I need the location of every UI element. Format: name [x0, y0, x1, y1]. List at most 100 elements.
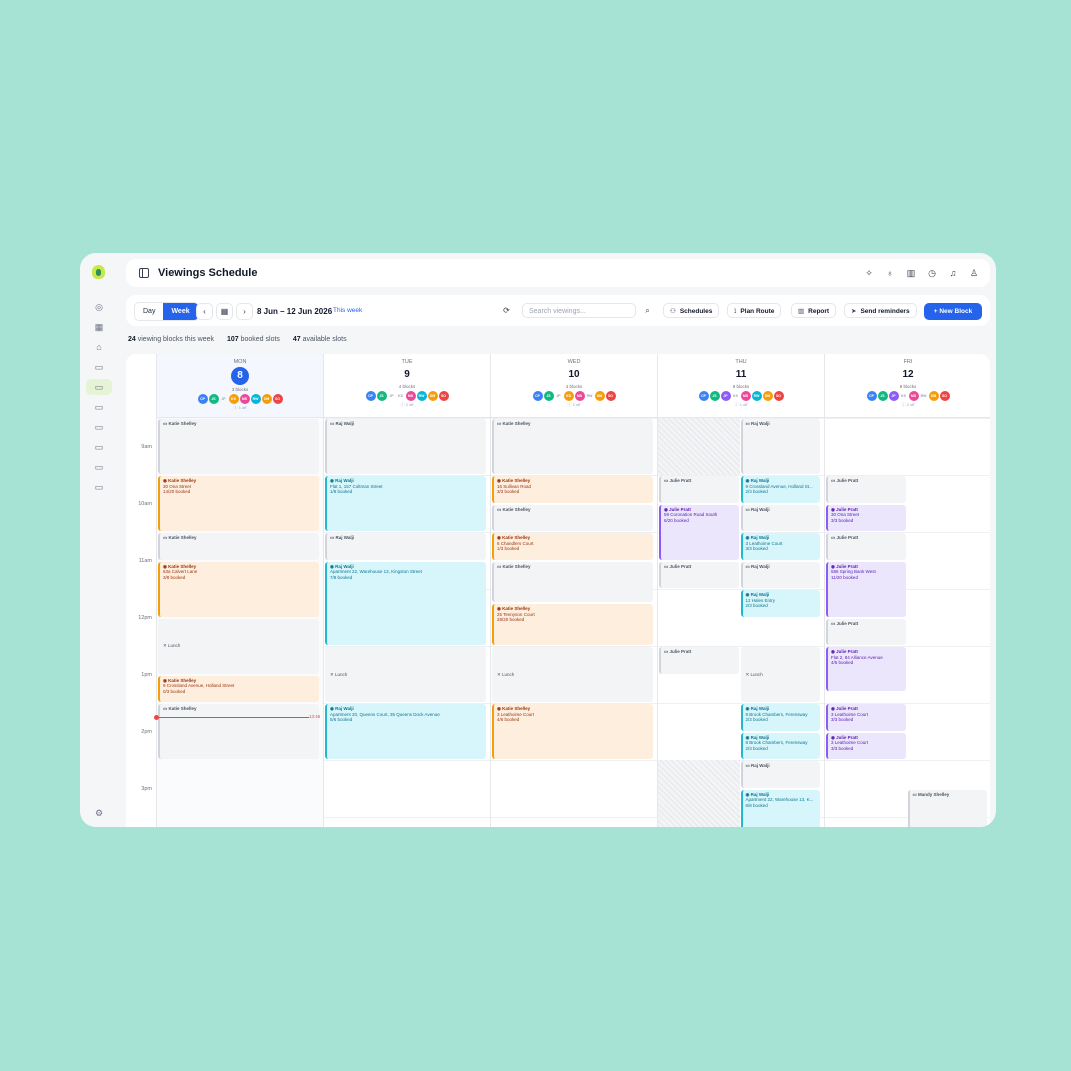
- folder-icon[interactable]: ▭: [92, 440, 106, 454]
- avatar[interactable]: KS: [732, 391, 740, 401]
- avatar[interactable]: DM: [261, 394, 272, 404]
- viewing-block[interactable]: ◉ Raj Walji 8 Brook Chambers, Ferensway 2/…: [740, 732, 820, 759]
- viewing-block[interactable]: ◉ Raj Walji Apartment 20, Queens Court, 3…: [325, 704, 486, 759]
- viewing-block[interactable]: ◉ Julie Pratt Flat 2, 84 Alliance Avenue 4…: [826, 647, 906, 691]
- viewing-block[interactable]: ▭ Katie Shelley: [492, 504, 653, 531]
- viewing-block[interactable]: ◉ Katie Shelley 30 Ona Street 14/20 booked: [158, 476, 319, 531]
- avatar[interactable]: JP: [555, 391, 563, 401]
- viewing-block[interactable]: ▭ Raj Walji: [325, 533, 486, 560]
- dashboard-icon[interactable]: ◎: [92, 300, 106, 314]
- date-picker-button[interactable]: ▦: [216, 303, 233, 320]
- avatar[interactable]: DM: [928, 391, 939, 401]
- report-button[interactable]: ▥ Report: [791, 303, 837, 318]
- avatar[interactable]: MS: [740, 391, 751, 401]
- avatar[interactable]: DM: [427, 391, 438, 401]
- viewing-block[interactable]: ◉ Katie Shelley 25 Tennyson Court 28/20 bo…: [492, 604, 653, 645]
- avatar[interactable]: JS: [877, 391, 888, 401]
- viewing-block[interactable]: ▭ Raj Walji: [325, 419, 486, 474]
- avatar[interactable]: SO: [773, 391, 784, 401]
- avatar[interactable]: JS: [543, 391, 554, 401]
- avatar[interactable]: SO: [939, 391, 950, 401]
- viewing-block[interactable]: ▭ Raj Walji: [740, 419, 820, 474]
- avatar[interactable]: CP: [866, 391, 877, 401]
- avatar[interactable]: DM: [762, 391, 773, 401]
- user-icon[interactable]: ♙: [969, 268, 979, 278]
- viewing-block[interactable]: ▭ Julie Pratt: [659, 476, 739, 503]
- avatar[interactable]: MS: [405, 391, 416, 401]
- avatar[interactable]: KS: [563, 391, 574, 401]
- viewing-block[interactable]: ◉ Julie Pratt 3 Leathoime Court 3/3 booked: [826, 732, 906, 759]
- map-icon[interactable]: ▥: [906, 268, 916, 278]
- avatar[interactable]: JS: [709, 391, 720, 401]
- viewing-block[interactable]: ▭ Katie Shelley: [492, 419, 653, 474]
- avatar[interactable]: RW: [250, 394, 261, 404]
- viewing-block[interactable]: ▭ Katie Shelley: [158, 419, 319, 474]
- viewing-block[interactable]: ▭ Julie Pratt: [826, 533, 906, 560]
- folder-icon[interactable]: ▭: [86, 379, 112, 395]
- viewing-block[interactable]: ◉ Raj Walji 12 Hales Entry 2/3 booked: [740, 590, 820, 617]
- avatar[interactable]: KS: [228, 394, 239, 404]
- folder-icon[interactable]: ▭: [92, 460, 106, 474]
- viewing-block[interactable]: ◉ Julie Pratt 30 Ona Street 3/3 booked: [826, 504, 906, 531]
- avatar[interactable]: JP: [720, 391, 731, 401]
- avatar[interactable]: MS: [574, 391, 585, 401]
- search-button[interactable]: ⌕: [640, 303, 655, 318]
- viewing-block[interactable]: ◉ Julie Pratt 59 Coronation Road South 6/2…: [659, 504, 739, 560]
- viewing-block[interactable]: ◉ Julie Pratt 586 Spring Bank West 11/20 b…: [826, 561, 906, 617]
- avatar[interactable]: JS: [208, 394, 219, 404]
- viewing-block[interactable]: ◉ Katie Shelley 3 Leathoime Court 4/6 book…: [492, 704, 653, 759]
- folder-icon[interactable]: ▭: [92, 400, 106, 414]
- folder-icon[interactable]: ▭: [92, 480, 106, 494]
- search-input[interactable]: Search viewings...: [522, 303, 636, 318]
- avatar[interactable]: KS: [397, 391, 405, 401]
- viewing-block[interactable]: ◉ Raj Walji 3 Leathoime Court 3/3 booked: [740, 533, 820, 560]
- viewing-block[interactable]: ◉ Katie Shelley 16 Sullivan Road 3/3 booke…: [492, 476, 653, 503]
- viewing-block[interactable]: ◉ Katie Shelley 9 Crossland Avenue, Holla…: [158, 675, 319, 702]
- avatar[interactable]: CP: [365, 391, 376, 401]
- sidebar-toggle-icon[interactable]: [139, 268, 149, 278]
- settings-icon[interactable]: ⚙: [92, 806, 106, 820]
- viewing-block[interactable]: ◉ Raj Walji Apartment 22, Warehouse 13, K…: [740, 789, 820, 827]
- viewing-block[interactable]: ◉ Raj Walji Flat 1, 157 Coltman Street 1/8…: [325, 476, 486, 531]
- avatar[interactable]: JP: [888, 391, 899, 401]
- viewing-block[interactable]: ▭ Julie Pratt: [659, 647, 739, 674]
- viewing-block[interactable]: ▭ Mandy Shelley: [907, 789, 987, 827]
- viewing-block[interactable]: ▭ Katie Shelley: [492, 561, 653, 603]
- viewing-block[interactable]: ▭ Julie Pratt: [659, 561, 739, 588]
- avatar[interactable]: RW: [920, 391, 928, 401]
- send-reminders-button[interactable]: ➤ Send reminders: [844, 303, 917, 318]
- avatar[interactable]: RW: [751, 391, 762, 401]
- avatar[interactable]: SO: [272, 394, 283, 404]
- viewing-block[interactable]: ▭ Julie Pratt: [826, 476, 906, 503]
- this-week-link[interactable]: This week: [333, 307, 362, 314]
- folder-icon[interactable]: ▭: [92, 420, 106, 434]
- avatar[interactable]: JS: [376, 391, 387, 401]
- avatar[interactable]: CP: [197, 394, 208, 404]
- viewing-block[interactable]: ▭ Katie Shelley: [158, 704, 319, 759]
- avatar[interactable]: MS: [908, 391, 919, 401]
- bell-icon[interactable]: ♫: [948, 268, 958, 278]
- lightbulb-icon[interactable]: ♁: [885, 268, 895, 278]
- avatar[interactable]: CP: [698, 391, 709, 401]
- next-week-button[interactable]: ›: [236, 303, 253, 320]
- avatar[interactable]: DM: [594, 391, 605, 401]
- avatar[interactable]: MS: [239, 394, 250, 404]
- viewing-block[interactable]: ◉ Raj Walji 9 Crossland Avenue, Holland S…: [740, 476, 820, 503]
- view-week-button[interactable]: Week: [163, 303, 198, 320]
- viewing-block[interactable]: ◉ Raj Walji Apartment 22, Warehouse 13, K…: [325, 561, 486, 645]
- view-day-button[interactable]: Day: [135, 303, 163, 320]
- avatar[interactable]: SO: [438, 391, 449, 401]
- refresh-button[interactable]: ⟳: [499, 303, 514, 318]
- viewing-block[interactable]: ▭ Julie Pratt: [826, 618, 906, 645]
- folder-icon[interactable]: ▭: [92, 360, 106, 374]
- clock-icon[interactable]: ◷: [927, 268, 937, 278]
- avatar[interactable]: JP: [220, 394, 228, 404]
- schedules-button[interactable]: ⚇ Schedules: [663, 303, 720, 318]
- avatar[interactable]: RW: [586, 391, 594, 401]
- viewing-block[interactable]: ◉ Katie Shelley 6 Chandlers Court 1/3 book…: [492, 533, 653, 560]
- viewing-block[interactable]: ▭ Katie Shelley: [158, 533, 319, 560]
- plan-route-button[interactable]: ⟟ Plan Route: [727, 303, 782, 318]
- prev-week-button[interactable]: ‹: [196, 303, 213, 320]
- viewing-block[interactable]: ◉ Katie Shelley 63a Calvert Lane 3/8 booke…: [158, 561, 319, 617]
- viewing-block[interactable]: ▭ Raj Walji: [740, 504, 820, 531]
